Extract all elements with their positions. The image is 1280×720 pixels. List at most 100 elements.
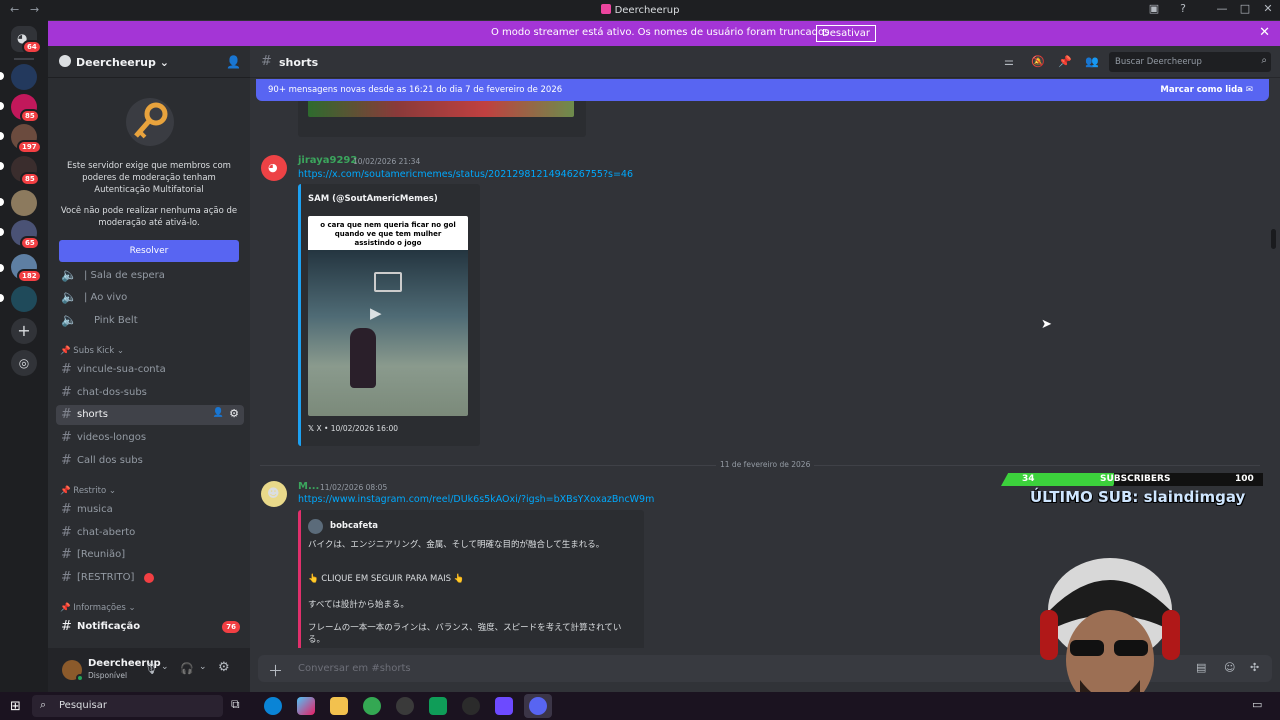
title-bar: ← → Deercheerup ▣ ? — □ ✕	[0, 0, 1280, 20]
server-badge: 182	[17, 269, 42, 283]
edge-browser-icon[interactable]	[264, 697, 282, 715]
apps-icon[interactable]: ✣	[1250, 661, 1259, 674]
play-icon[interactable]: ▶	[370, 304, 382, 322]
minimize-icon[interactable]: —	[1212, 2, 1232, 15]
streamer-mode-message: O modo streamer está ativo. Os nomes de …	[491, 27, 833, 38]
microphone-icon[interactable]: 🎙	[144, 662, 158, 675]
chrome-icon[interactable]	[363, 697, 381, 715]
file-explorer-icon[interactable]	[330, 697, 348, 715]
threads-icon[interactable]: ⚌	[1004, 55, 1014, 68]
discover-compass-icon[interactable]: ◎	[11, 350, 37, 376]
channel-musica[interactable]: # musica	[56, 500, 244, 520]
member-list-icon[interactable]: 👥	[1085, 55, 1099, 68]
embed-title[interactable]: SAM (@SoutAmericMemes)	[308, 194, 438, 204]
message-link[interactable]: https://www.instagram.com/reel/DUk6s5kAO…	[298, 494, 654, 505]
previous-embed-image[interactable]	[308, 101, 574, 117]
search-placeholder: Buscar Deercheerup	[1115, 57, 1202, 67]
server-icon-6[interactable]	[11, 190, 37, 216]
channel-notificacao[interactable]: # Notificação 76	[56, 617, 244, 637]
channel-title: shorts	[279, 56, 319, 69]
chevron-down-icon[interactable]: ⌄	[199, 662, 207, 672]
server-icon-2[interactable]	[11, 64, 37, 90]
new-messages-bar[interactable]: 90+ mensagens novas desde as 16:21 do di…	[256, 79, 1269, 101]
invite-icon[interactable]: 👤	[213, 408, 224, 418]
channel-sidebar: Deercheerup ⌄ 👤 Este servidor exige que …	[48, 46, 250, 648]
category-restrito[interactable]: 📌 Restrito ⌄	[60, 486, 116, 496]
app-icon[interactable]	[396, 697, 414, 715]
last-subscriber-text: ÚLTIMO SUB: slaindimgay	[1030, 488, 1246, 506]
obs-icon[interactable]	[462, 697, 480, 715]
invite-people-icon[interactable]: 👤	[226, 55, 241, 69]
mention-badge: 76	[222, 621, 240, 633]
close-window-icon[interactable]: ✕	[1258, 2, 1278, 15]
subscriber-goal-bar: 34 SUBSCRIBERS 100	[1001, 473, 1263, 486]
embed-video-thumbnail[interactable]: o cara que nem queria ficar no gol quand…	[308, 216, 468, 416]
channel-chat-aberto[interactable]: # chat-aberto	[56, 523, 244, 543]
user-status: Disponível	[88, 671, 128, 680]
disable-streamer-button[interactable]: Desativar	[816, 25, 877, 42]
date-divider-label: 11 de fevereiro de 2026	[716, 460, 815, 469]
window-title: Deercheerup	[614, 5, 680, 16]
rail-divider	[14, 58, 34, 60]
channel-reuniao[interactable]: # [Reunião]	[56, 545, 244, 565]
red-circle-icon	[144, 573, 154, 583]
unread-pill	[0, 228, 4, 236]
voice-channel-pink-belt[interactable]: 🔈 Pink Belt	[56, 311, 244, 331]
message-timestamp: 10/02/2026 21:34	[353, 157, 421, 166]
notification-bell-muted-icon[interactable]: 🔕	[1031, 55, 1045, 68]
user-settings-gear-icon[interactable]: ⚙	[218, 660, 230, 675]
server-icon-9[interactable]	[11, 286, 37, 312]
twitch-icon[interactable]	[495, 697, 513, 715]
subscriber-label: SUBSCRIBERS	[1100, 474, 1171, 484]
channel-vincule-sua-conta[interactable]: # vincule-sua-conta	[56, 360, 244, 380]
embed-author[interactable]: bobcafeta	[330, 521, 378, 531]
voice-channel-waiting-room[interactable]: 🔈 | Sala de espera	[56, 266, 244, 286]
windows-start-icon[interactable]: ⊞	[10, 699, 21, 714]
resolve-button[interactable]: Resolver	[59, 240, 239, 262]
app-logo-icon	[600, 4, 611, 14]
kick-app-icon[interactable]	[429, 697, 447, 715]
discord-taskbar-icon[interactable]	[529, 697, 547, 715]
task-view-icon[interactable]: ⧉	[231, 697, 249, 715]
speaker-icon: 🔈	[61, 313, 78, 328]
avatar[interactable]: ☻	[261, 481, 287, 507]
channel-call-dos-subs[interactable]: # Call dos subs	[56, 451, 244, 471]
help-icon[interactable]: ?	[1173, 2, 1193, 15]
inbox-icon[interactable]: ▣	[1144, 2, 1164, 15]
scrollbar-thumb[interactable]	[1271, 229, 1276, 249]
headphones-icon[interactable]: 🎧	[180, 662, 194, 675]
message-timestamp: 11/02/2026 08:05	[320, 483, 388, 492]
pin-icon[interactable]: 📌	[1058, 55, 1072, 68]
server-header[interactable]: Deercheerup ⌄ 👤	[48, 46, 250, 78]
channel-shorts[interactable]: # shorts 👤 ⚙	[56, 405, 244, 425]
message-author[interactable]: jiraya9292	[298, 155, 357, 166]
maximize-icon[interactable]: □	[1235, 2, 1255, 15]
mark-as-read-button[interactable]: Marcar como lida ✉	[1160, 85, 1253, 95]
taskbar-search-placeholder: Pesquisar	[59, 700, 107, 711]
add-attachment-icon[interactable]: ＋	[268, 660, 283, 681]
sticker-icon[interactable]: ☺	[1224, 661, 1235, 674]
hash-icon: #	[61, 547, 72, 562]
settings-gear-icon[interactable]: ⚙	[229, 407, 239, 420]
channel-chat-dos-subs[interactable]: # chat-dos-subs	[56, 383, 244, 403]
category-subs-kick[interactable]: 📌 Subs Kick ⌄	[60, 346, 124, 356]
online-status-dot	[76, 674, 84, 682]
avatar[interactable]: ◕	[261, 155, 287, 181]
channel-videos-longos[interactable]: # videos-longos	[56, 428, 244, 448]
server-badge: 65	[20, 236, 40, 250]
search-input[interactable]: Buscar Deercheerup ⌕	[1109, 52, 1271, 72]
unread-pill	[0, 132, 4, 140]
add-server-icon[interactable]: +	[11, 318, 37, 344]
notification-center-icon[interactable]: ▭	[1252, 698, 1262, 711]
channel-restrito[interactable]: # [RESTRITO]	[56, 568, 244, 588]
chevron-down-icon[interactable]: ⌄	[161, 662, 169, 672]
home-badge: 64	[22, 40, 42, 54]
copilot-icon[interactable]	[297, 697, 315, 715]
pin-icon: 📌	[60, 603, 71, 613]
taskbar-search[interactable]: ⌕ Pesquisar	[32, 695, 223, 717]
message-link[interactable]: https://x.com/soutamericmemes/status/202…	[298, 169, 633, 180]
voice-channel-live[interactable]: 🔈 | Ao vivo	[56, 288, 244, 308]
category-informacoes[interactable]: 📌 Informações ⌄	[60, 603, 136, 613]
message-author[interactable]: M...	[298, 481, 319, 492]
close-banner-icon[interactable]: ✕	[1259, 25, 1270, 40]
